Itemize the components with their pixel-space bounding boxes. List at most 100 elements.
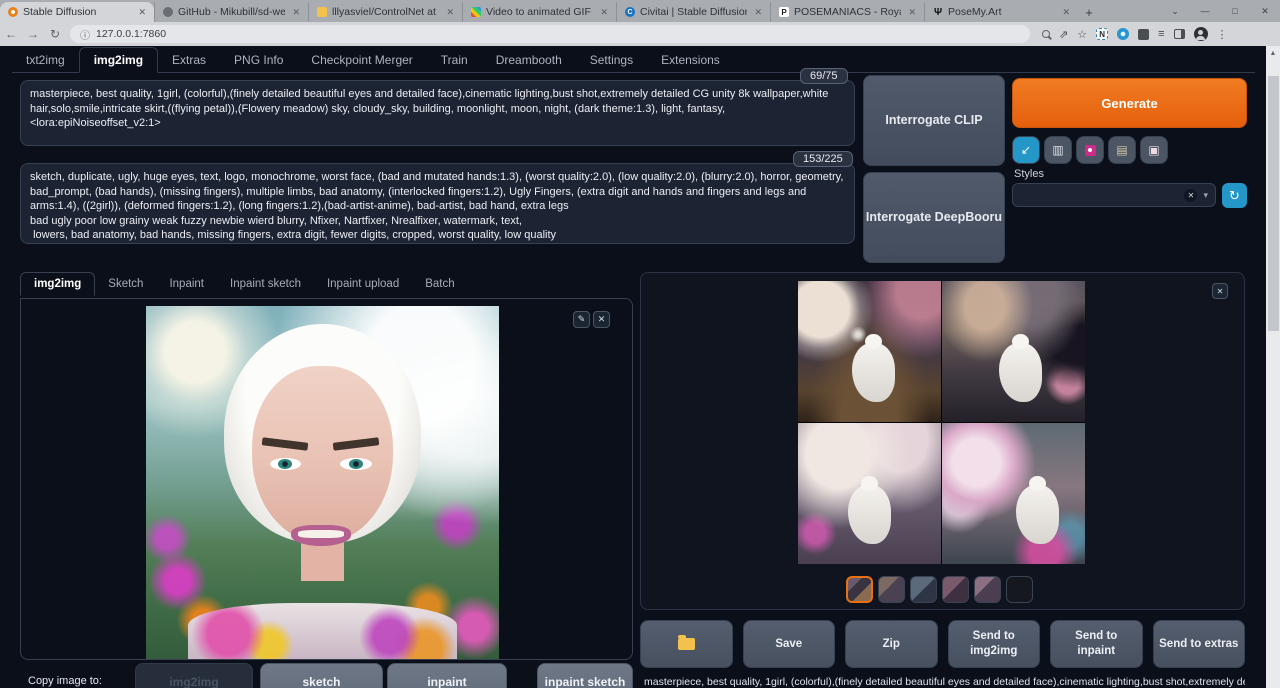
- tab-title: PoseMy.Art: [948, 6, 1055, 18]
- bookmark-star-icon[interactable]: ☆: [1077, 28, 1087, 41]
- copy-to-sketch-button[interactable]: sketch: [260, 663, 383, 688]
- thumbnail-4[interactable]: [942, 576, 969, 603]
- browser-tab-stable-diffusion[interactable]: Stable Diffusion ✕: [0, 2, 154, 22]
- browser-tab-posemaniacs[interactable]: P POSEMANIACS - Royalty free 3 ✕: [770, 2, 924, 22]
- zoom-search-icon[interactable]: [1042, 30, 1050, 38]
- interrogate-clip-button[interactable]: Interrogate CLIP: [863, 75, 1005, 166]
- close-icon: ✕: [598, 314, 606, 325]
- thumbnail-3[interactable]: [910, 576, 937, 603]
- tab-txt2img[interactable]: txt2img: [12, 48, 79, 72]
- scrollbar-thumb[interactable]: [1268, 76, 1279, 331]
- extra-networks-button[interactable]: [1076, 136, 1104, 164]
- thumbnail-1[interactable]: [846, 576, 873, 603]
- browser-menu-icon[interactable]: ⋮: [1217, 28, 1228, 41]
- negative-prompt-input[interactable]: sketch, duplicate, ugly, huge eyes, text…: [20, 163, 855, 244]
- tab-train[interactable]: Train: [427, 48, 482, 72]
- prompt-input[interactable]: masterpiece, best quality, 1girl, (color…: [20, 80, 855, 146]
- apply-style-button[interactable]: ▤: [1108, 136, 1136, 164]
- browser-tab-controlnet[interactable]: lllyasviel/ControlNet at main ✕: [308, 2, 462, 22]
- tab-checkpoint-merger[interactable]: Checkpoint Merger: [297, 48, 426, 72]
- source-image-portrait[interactable]: [146, 306, 499, 659]
- subtab-img2img[interactable]: img2img: [20, 272, 95, 296]
- url-bar[interactable]: ⓘ 127.0.0.1:7860: [70, 25, 1030, 43]
- edit-image-button[interactable]: ✎: [573, 311, 590, 328]
- forward-button[interactable]: →: [22, 27, 44, 41]
- styles-clear-icon[interactable]: ✕: [1184, 189, 1197, 202]
- subtab-inpaint-upload[interactable]: Inpaint upload: [314, 273, 412, 295]
- tab-title: lllyasviel/ControlNet at main: [332, 6, 439, 18]
- back-button[interactable]: ←: [0, 27, 22, 41]
- open-folder-button[interactable]: [640, 620, 733, 668]
- zip-button[interactable]: Zip: [845, 620, 938, 668]
- browser-tab-civitai[interactable]: C Civitai | Stable Diffusion model ✕: [616, 2, 770, 22]
- window-maximize-button[interactable]: □: [1220, 0, 1250, 22]
- result-image-2[interactable]: [942, 281, 1085, 422]
- subtab-sketch[interactable]: Sketch: [95, 273, 156, 295]
- thumbnail-2[interactable]: [878, 576, 905, 603]
- side-panel-icon[interactable]: [1174, 29, 1185, 39]
- copy-image-label: Copy image to:: [28, 675, 102, 687]
- refresh-icon: ↻: [1229, 188, 1240, 204]
- tab-title: Stable Diffusion: [23, 6, 131, 18]
- generate-button[interactable]: Generate: [1012, 78, 1247, 128]
- send-to-extras-button[interactable]: Send to extras: [1153, 620, 1246, 668]
- thumbnail-5[interactable]: [974, 576, 1001, 603]
- send-to-img2img-button[interactable]: Send to img2img: [948, 620, 1041, 668]
- clear-prompt-button[interactable]: ▥: [1044, 136, 1072, 164]
- tab-list-icon[interactable]: ≡: [1158, 28, 1164, 40]
- styles-dropdown[interactable]: ✕ ▾: [1012, 183, 1216, 207]
- portrait-face: [252, 366, 393, 543]
- styles-refresh-button[interactable]: ↻: [1222, 183, 1247, 208]
- subtab-batch[interactable]: Batch: [412, 273, 467, 295]
- tab-search-chevron-icon[interactable]: ⌄: [1160, 0, 1190, 22]
- tab-close-icon[interactable]: ✕: [1060, 7, 1072, 18]
- subtab-inpaint[interactable]: Inpaint: [156, 273, 217, 295]
- result-image-1[interactable]: [798, 281, 941, 422]
- browser-tab-posemyart[interactable]: Ψ PoseMy.Art ✕: [924, 2, 1078, 22]
- tab-close-icon[interactable]: ✕: [444, 7, 456, 18]
- new-tab-button[interactable]: +: [1078, 2, 1100, 22]
- copy-to-inpaint-sketch-button[interactable]: inpaint sketch: [537, 663, 633, 688]
- result-image-grid[interactable]: [798, 281, 1085, 564]
- gallery-close-button[interactable]: ✕: [1212, 283, 1228, 299]
- interrogate-deepbooru-button[interactable]: Interrogate DeepBooru: [863, 172, 1005, 263]
- page-scrollbar[interactable]: ▲: [1266, 46, 1280, 688]
- tab-title: POSEMANIACS - Royalty free 3: [794, 6, 901, 18]
- subtab-inpaint-sketch[interactable]: Inpaint sketch: [217, 273, 314, 295]
- tab-close-icon[interactable]: ✕: [598, 7, 610, 18]
- extensions-puzzle-icon[interactable]: [1138, 29, 1149, 40]
- browser-tab-github[interactable]: GitHub - Mikubill/sd-webui-co ✕: [154, 2, 308, 22]
- result-image-3[interactable]: [798, 423, 941, 564]
- browser-toolbar: ← → ↻ ⓘ 127.0.0.1:7860 ⇗ ☆ N ≡ ⋮: [0, 22, 1280, 46]
- reload-button[interactable]: ↻: [44, 27, 66, 41]
- scrollbar-up-arrow-icon[interactable]: ▲: [1266, 46, 1280, 60]
- browser-tab-gif-converter[interactable]: Video to animated GIF converter ✕: [462, 2, 616, 22]
- generation-info-text: masterpiece, best quality, 1girl, (color…: [644, 676, 1245, 688]
- save-button[interactable]: Save: [743, 620, 836, 668]
- window-minimize-button[interactable]: —: [1190, 0, 1220, 22]
- site-info-icon[interactable]: ⓘ: [80, 27, 90, 42]
- tab-extras[interactable]: Extras: [158, 48, 220, 72]
- send-to-inpaint-button[interactable]: Send to inpaint: [1050, 620, 1143, 668]
- img2img-source-panel[interactable]: ✎ ✕: [20, 298, 633, 660]
- paste-generation-params-button[interactable]: ↙: [1012, 136, 1040, 164]
- tab-close-icon[interactable]: ✕: [906, 7, 918, 18]
- tab-close-icon[interactable]: ✕: [752, 7, 764, 18]
- window-close-button[interactable]: ✕: [1250, 0, 1280, 22]
- blue-extension-icon[interactable]: [1117, 28, 1129, 40]
- tab-extensions[interactable]: Extensions: [647, 48, 734, 72]
- tab-png-info[interactable]: PNG Info: [220, 48, 297, 72]
- tab-settings[interactable]: Settings: [576, 48, 647, 72]
- profile-avatar[interactable]: [1194, 27, 1208, 41]
- tab-dreambooth[interactable]: Dreambooth: [482, 48, 576, 72]
- copy-to-inpaint-button[interactable]: inpaint: [387, 663, 507, 688]
- tab-close-icon[interactable]: ✕: [290, 7, 302, 18]
- remove-image-button[interactable]: ✕: [593, 311, 610, 328]
- share-icon[interactable]: ⇗: [1059, 28, 1068, 41]
- tab-close-icon[interactable]: ✕: [136, 7, 148, 18]
- tab-img2img[interactable]: img2img: [79, 47, 158, 73]
- thumbnail-6[interactable]: [1006, 576, 1033, 603]
- result-image-4[interactable]: [942, 423, 1085, 564]
- n-extension-icon[interactable]: N: [1096, 28, 1108, 40]
- save-style-button[interactable]: ▣: [1140, 136, 1168, 164]
